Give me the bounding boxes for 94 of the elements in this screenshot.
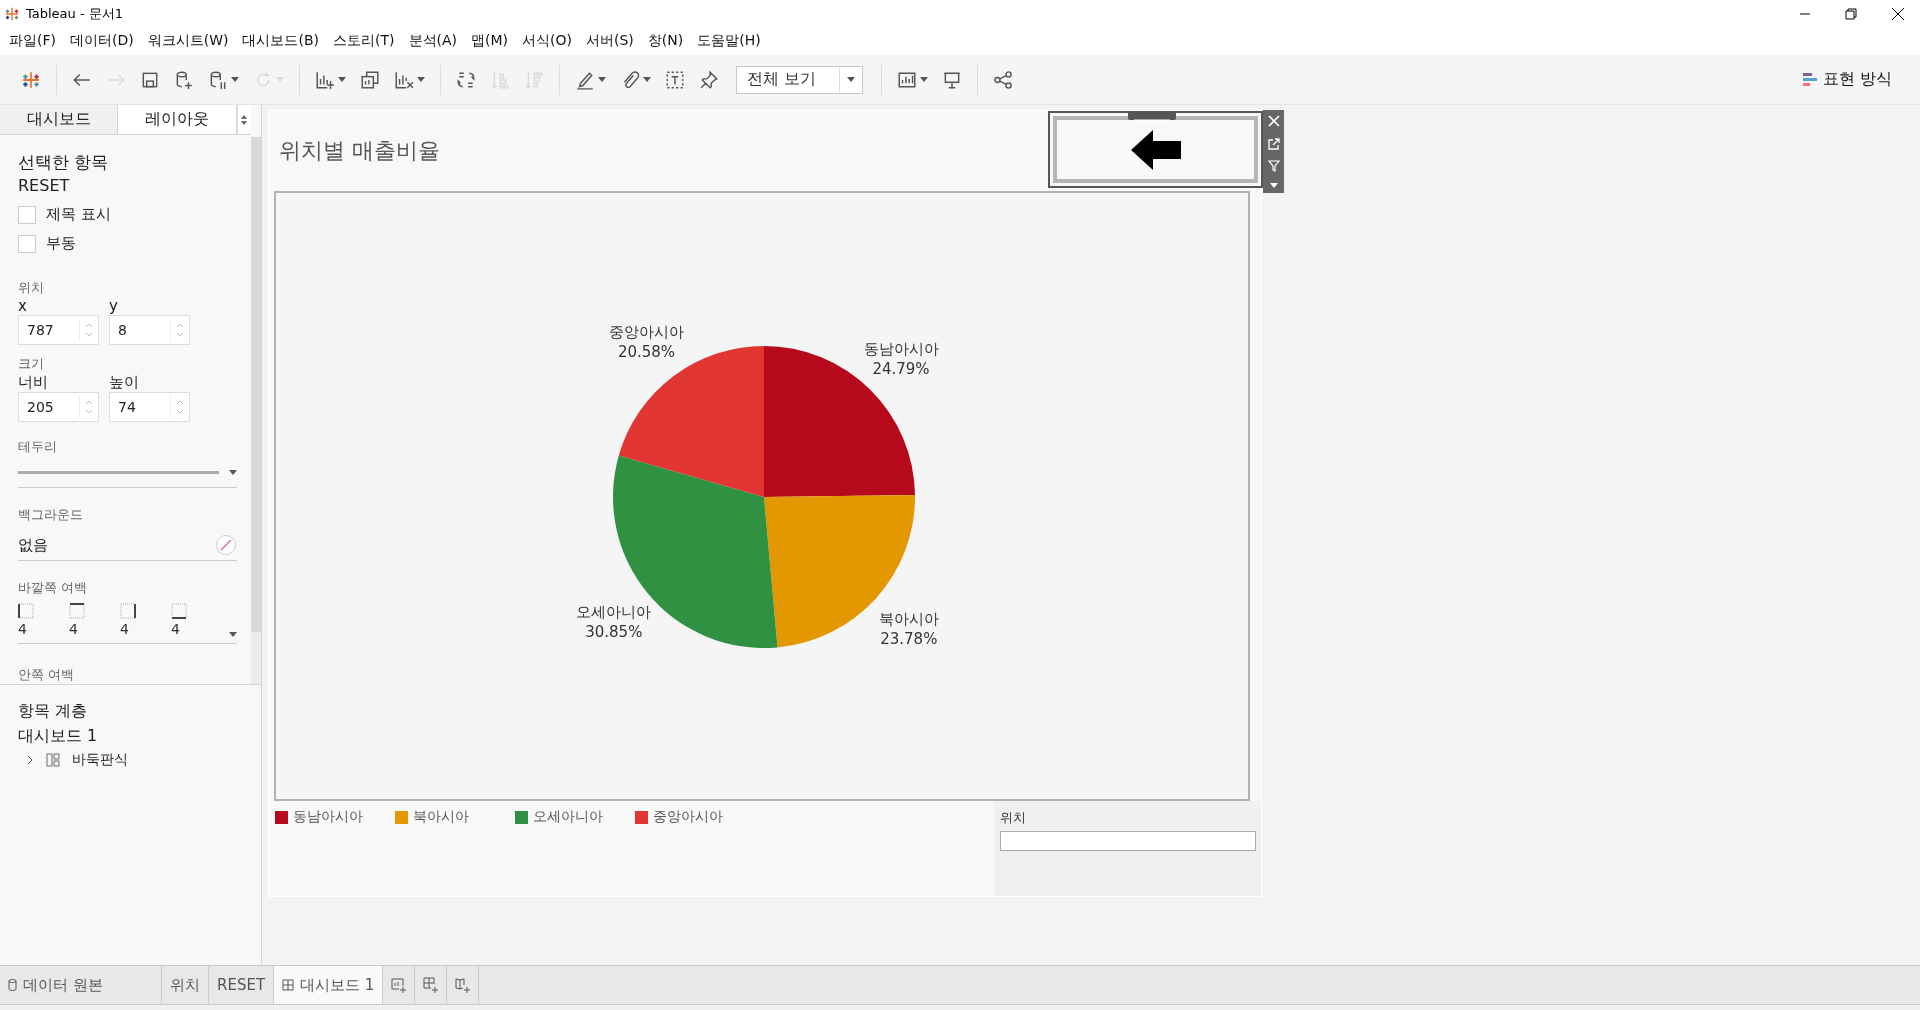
tree-item[interactable]: 바둑판식 <box>72 751 128 769</box>
pin-icon[interactable] <box>699 69 719 90</box>
section-heading: 선택한 항목 <box>18 151 110 174</box>
menu-item[interactable]: 워크시트(W) <box>140 32 236 50</box>
filter-input-field[interactable] <box>1000 831 1256 851</box>
legend-label: 북아시아 <box>413 808 469 826</box>
menu-item[interactable]: 서버(S) <box>579 32 641 50</box>
caret-icon[interactable] <box>1269 182 1278 188</box>
slice-label: 북아시아 23.78% <box>878 609 939 648</box>
padding-value: 4 <box>120 621 130 637</box>
dashboard-title: 위치별 매출비율 <box>279 137 440 165</box>
field-label: 너비 <box>18 373 49 392</box>
padding-value: 4 <box>171 621 181 637</box>
checkbox-label: 제목 표시 <box>46 205 111 224</box>
chart-plus-icon[interactable] <box>315 69 335 90</box>
section-label: 바깥쪽 여백 <box>18 579 89 597</box>
legend-label: 중앙아시아 <box>653 808 723 826</box>
caret-icon[interactable] <box>920 77 928 82</box>
slice-label: 동남아시아 24.79% <box>863 340 939 379</box>
field-label: y <box>109 297 119 315</box>
caret-icon[interactable] <box>847 77 855 82</box>
legend-label: 동남아시아 <box>293 808 363 826</box>
filter-icon[interactable] <box>1267 160 1280 173</box>
checkbox-label: 부동 <box>46 234 76 253</box>
number-field[interactable]: 787 <box>18 315 99 345</box>
padding-side-icon[interactable] <box>120 603 136 619</box>
menu-item[interactable]: 파일(F) <box>2 32 63 50</box>
new-dashboard-icon[interactable] <box>422 977 439 993</box>
app-logo-icon <box>4 5 20 22</box>
padding-value: 4 <box>18 621 28 637</box>
grid-icon <box>282 979 295 991</box>
chart-clear-icon[interactable] <box>394 69 414 90</box>
pen-icon[interactable] <box>575 69 595 90</box>
text-box-icon[interactable] <box>665 69 685 90</box>
no-color-icon[interactable] <box>215 534 237 556</box>
selected-item-name: RESET <box>18 176 71 195</box>
field-label: 높이 <box>109 373 140 392</box>
window-title: Tableau - 문서1 <box>26 4 124 23</box>
section-label: 크기 <box>18 355 45 373</box>
section-label: 위치 <box>18 279 45 297</box>
slice-label: 오세아니아 30.85% <box>576 603 652 642</box>
share-icon[interactable] <box>993 69 1013 90</box>
new-story-icon[interactable] <box>454 977 471 993</box>
section-heading: 항목 계층 <box>18 701 89 722</box>
legend-label: 오세아니아 <box>533 808 603 826</box>
logo-icon[interactable] <box>21 69 41 90</box>
menu-item[interactable]: 대시보드(B) <box>235 32 326 50</box>
caret-icon[interactable] <box>229 470 237 475</box>
sort-arrows-icon[interactable] <box>241 114 248 125</box>
caret-icon[interactable] <box>598 77 606 82</box>
view-size-dropdown[interactable]: 전체 보기 <box>736 65 863 94</box>
section-label: 백그라운드 <box>18 506 84 524</box>
database-pause-icon[interactable] <box>208 69 228 90</box>
duplicate-icon[interactable] <box>360 69 380 90</box>
number-field[interactable]: 205 <box>18 392 99 422</box>
database-icon <box>8 979 17 991</box>
back-button[interactable] <box>1048 111 1263 188</box>
new-worksheet-icon[interactable] <box>390 977 407 993</box>
padding-value: 4 <box>69 621 79 637</box>
database-plus-icon[interactable] <box>174 69 194 90</box>
scrollbar[interactable] <box>251 137 261 632</box>
menu-item[interactable]: 분석(A) <box>401 32 464 50</box>
section-label: 테두리 <box>18 438 58 456</box>
bar-list-icon <box>1802 71 1817 88</box>
caret-icon[interactable] <box>417 77 425 82</box>
background-value: 없음 <box>18 535 49 555</box>
caret-icon[interactable] <box>643 77 651 82</box>
caret-icon[interactable] <box>231 77 239 82</box>
number-field[interactable]: 8 <box>109 315 190 345</box>
menu-item[interactable]: 맵(M) <box>464 32 516 50</box>
section-label: 안쪽 여백 <box>18 666 76 684</box>
panel-tab[interactable]: 레이아웃 <box>118 105 237 134</box>
slice-label: 중앙아시아 20.58% <box>609 323 684 362</box>
external-link-icon[interactable] <box>1267 137 1280 150</box>
sheet-tab[interactable]: 대시보드 1 <box>274 966 384 1004</box>
checkbox[interactable] <box>18 205 36 224</box>
chevron-icon[interactable] <box>26 755 34 765</box>
tiled-layout-icon <box>46 753 60 767</box>
menu-item[interactable]: 데이터(D) <box>63 32 141 50</box>
filter-label: 위치 <box>1000 809 1027 827</box>
padding-side-icon[interactable] <box>18 603 34 619</box>
caret-icon[interactable] <box>229 632 237 637</box>
tree-root: 대시보드 1 <box>18 726 99 747</box>
menu-item[interactable]: 도움말(H) <box>690 32 768 50</box>
field-label: x <box>18 297 28 315</box>
padding-side-icon[interactable] <box>171 603 187 619</box>
show-me-button[interactable]: 표현 방식 <box>1802 69 1892 90</box>
caret-icon[interactable] <box>338 77 346 82</box>
menu-item[interactable]: 창(N) <box>640 32 691 50</box>
menu-item[interactable]: 서식(O) <box>515 32 579 50</box>
number-field[interactable]: 74 <box>109 392 190 422</box>
menu-item[interactable]: 스토리(T) <box>326 32 402 50</box>
padding-side-icon[interactable] <box>69 603 85 619</box>
checkbox[interactable] <box>18 234 36 253</box>
